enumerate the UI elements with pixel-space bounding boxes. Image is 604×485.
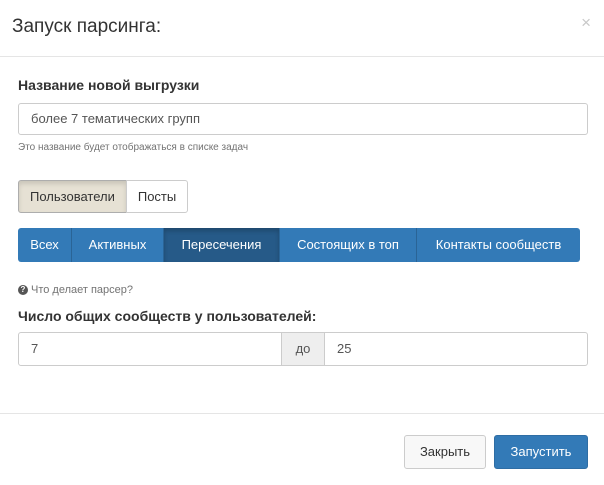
export-name-help: Это название будет отображаться в списке… — [18, 142, 249, 153]
modal-title: Запуск парсинга: — [12, 16, 162, 37]
tab-active[interactable]: Активных — [72, 228, 164, 262]
common-communities-label: Число общих сообществ у пользователей: — [18, 308, 317, 324]
range-to-input[interactable]: 25 — [324, 332, 588, 366]
what-does-parser-do-text: Что делает парсер? — [31, 284, 134, 296]
export-name-input[interactable]: более 7 тематических групп — [18, 103, 588, 135]
tab-community-contacts[interactable]: Контакты сообществ — [417, 228, 580, 262]
toggle-users-button[interactable]: Пользователи — [18, 180, 127, 213]
parse-launch-modal: Запуск парсинга: × Название новой выгруз… — [0, 0, 604, 484]
modal-header: Запуск парсинга: × — [0, 0, 604, 57]
tab-intersections[interactable]: Пересечения — [164, 228, 280, 262]
range-from-input[interactable]: 7 — [18, 332, 282, 366]
question-circle-icon: ? — [18, 285, 28, 295]
close-button[interactable]: Закрыть — [404, 435, 486, 469]
run-button[interactable]: Запустить — [494, 435, 588, 469]
type-toggle: Пользователи Посты — [18, 180, 189, 213]
mode-tabs: Всех Активных Пересечения Состоящих в то… — [18, 228, 580, 262]
modal-footer: Закрыть Запустить — [0, 413, 604, 485]
range-separator: до — [282, 332, 324, 366]
common-communities-range: 7 до 25 — [18, 332, 588, 366]
toggle-posts-button[interactable]: Посты — [125, 180, 189, 213]
export-name-label: Название новой выгрузки — [18, 77, 200, 93]
tab-top-members[interactable]: Состоящих в топ — [280, 228, 417, 262]
what-does-parser-do-link[interactable]: ? Что делает парсер? — [18, 284, 133, 296]
close-icon[interactable]: × — [581, 14, 591, 31]
tab-all[interactable]: Всех — [18, 228, 72, 262]
